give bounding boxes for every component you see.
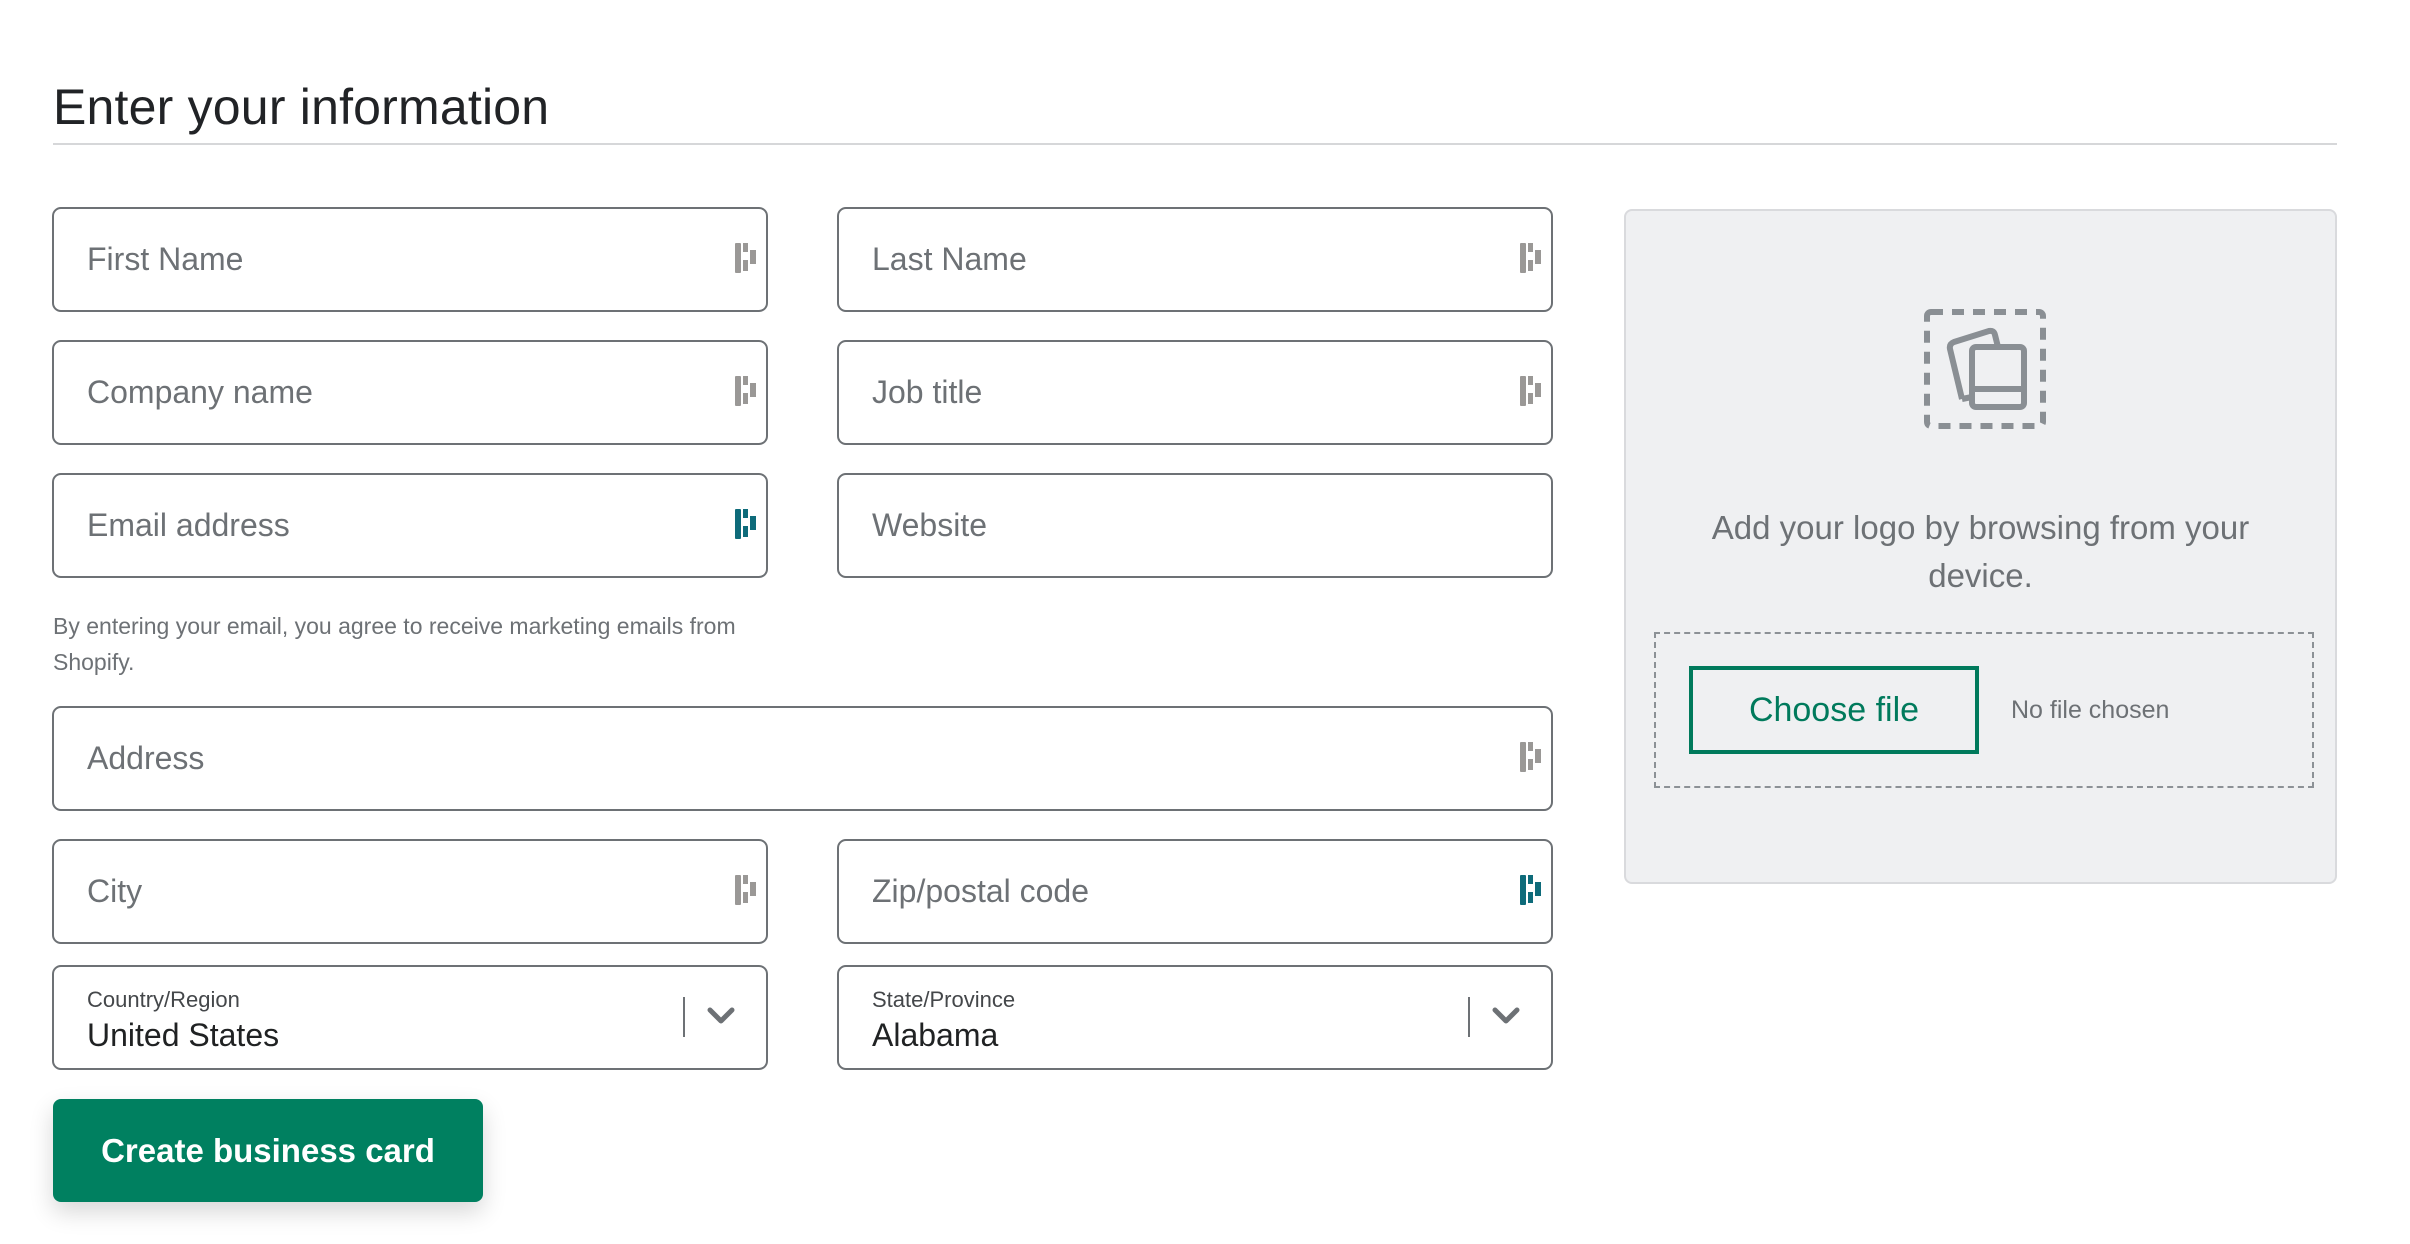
zip-placeholder: Zip/postal code: [872, 841, 1089, 942]
page-title: Enter your information: [53, 72, 549, 142]
password-manager-icon[interactable]: [735, 376, 757, 406]
first-name-placeholder: First Name: [87, 209, 243, 310]
password-manager-icon[interactable]: [1520, 243, 1542, 273]
email-input[interactable]: Email address: [52, 473, 768, 578]
company-name-input[interactable]: Company name: [52, 340, 768, 445]
title-divider: [53, 143, 2337, 145]
zip-input[interactable]: Zip/postal code: [837, 839, 1553, 944]
city-placeholder: City: [87, 841, 142, 942]
logo-upload-instructions: Add your logo by browsing from your devi…: [1666, 504, 2295, 600]
last-name-input[interactable]: Last Name: [837, 207, 1553, 312]
country-value: United States: [87, 1017, 279, 1054]
country-select[interactable]: Country/Region United States: [52, 965, 768, 1070]
job-title-placeholder: Job title: [872, 342, 982, 443]
password-manager-icon[interactable]: [1520, 376, 1542, 406]
file-dropzone[interactable]: Choose file No file chosen: [1654, 632, 2314, 788]
state-select[interactable]: State/Province Alabama: [837, 965, 1553, 1070]
city-input[interactable]: City: [52, 839, 768, 944]
chevron-down-icon[interactable]: [706, 1005, 736, 1027]
address-placeholder: Address: [87, 708, 204, 809]
password-manager-icon[interactable]: [735, 509, 757, 539]
password-manager-icon[interactable]: [735, 243, 757, 273]
company-name-placeholder: Company name: [87, 342, 313, 443]
website-placeholder: Website: [872, 475, 987, 576]
password-manager-icon[interactable]: [1520, 742, 1542, 772]
country-label: Country/Region: [87, 987, 240, 1013]
state-value: Alabama: [872, 1017, 998, 1054]
email-placeholder: Email address: [87, 475, 290, 576]
email-disclaimer: By entering your email, you agree to rec…: [53, 608, 793, 680]
last-name-placeholder: Last Name: [872, 209, 1027, 310]
password-manager-icon[interactable]: [735, 875, 757, 905]
file-status: No file chosen: [2011, 634, 2169, 786]
password-manager-icon[interactable]: [1520, 875, 1542, 905]
job-title-input[interactable]: Job title: [837, 340, 1553, 445]
choose-file-button[interactable]: Choose file: [1689, 666, 1979, 754]
create-business-card-button[interactable]: Create business card: [53, 1099, 483, 1202]
first-name-input[interactable]: First Name: [52, 207, 768, 312]
logo-upload-panel: Add your logo by browsing from your devi…: [1624, 209, 2337, 884]
address-input[interactable]: Address: [52, 706, 1553, 811]
state-label: State/Province: [872, 987, 1015, 1013]
select-separator: [683, 997, 685, 1037]
website-input[interactable]: Website: [837, 473, 1553, 578]
select-separator: [1468, 997, 1470, 1037]
image-upload-icon: [1924, 309, 2046, 429]
chevron-down-icon[interactable]: [1491, 1005, 1521, 1027]
